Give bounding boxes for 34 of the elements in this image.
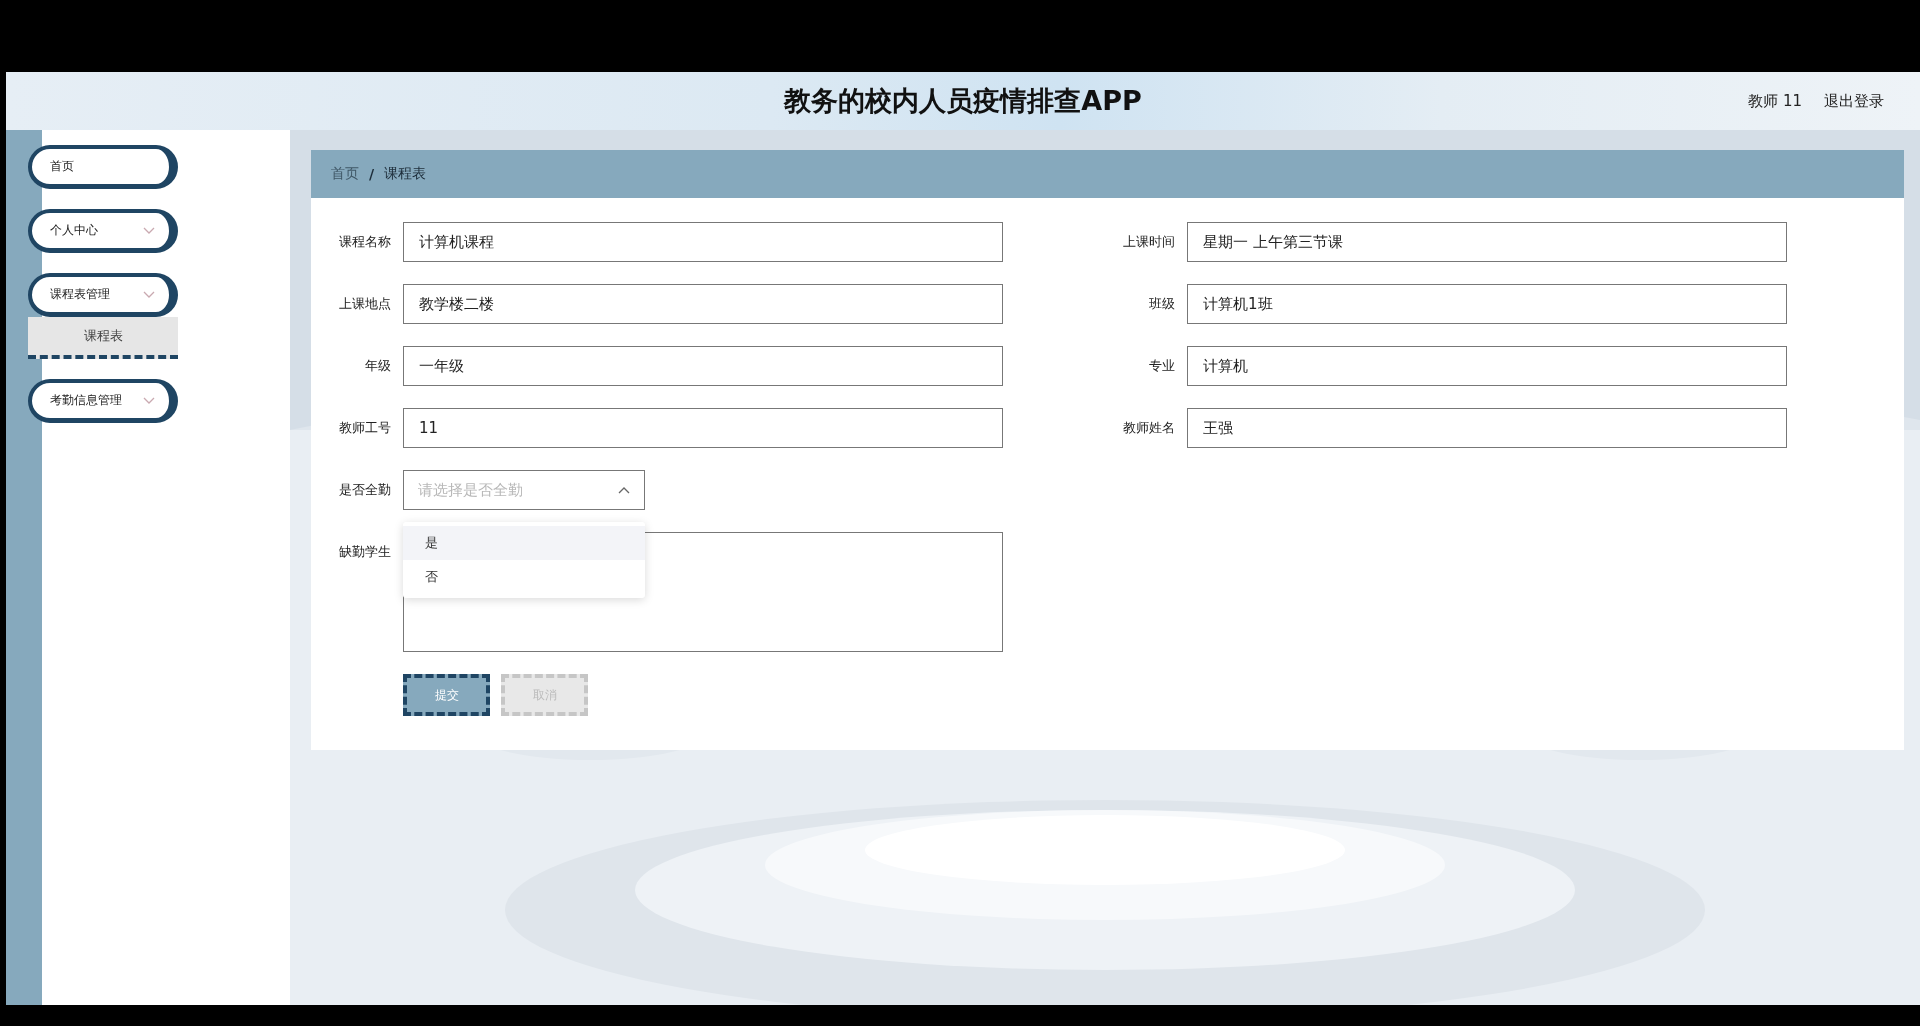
chevron-down-icon — [143, 290, 155, 299]
input-field[interactable]: 计算机1班 — [1187, 284, 1787, 324]
field-label: 专业 — [1148, 357, 1175, 375]
input-field[interactable]: 一年级 — [403, 346, 1003, 386]
app-title: 教务的校内人员疫情排查APP — [784, 84, 1142, 118]
input-field[interactable]: 教学楼二楼 — [403, 284, 1003, 324]
input-field[interactable]: 计算机课程 — [403, 222, 1003, 262]
field-label: 教师工号 — [338, 419, 391, 437]
chevron-down-icon — [143, 226, 155, 235]
field-label: 班级 — [1148, 295, 1175, 313]
sidebar-item[interactable]: 考勤信息管理 — [28, 379, 178, 423]
sidebar-subitem[interactable]: 课程表 — [28, 317, 178, 359]
field-label: 是否全勤 — [338, 481, 391, 499]
chevron-down-icon — [143, 396, 155, 405]
field-label: 上课时间 — [1122, 233, 1175, 251]
field-label: 课程名称 — [338, 233, 391, 251]
input-field[interactable]: 11 — [403, 408, 1003, 448]
dropdown-option[interactable]: 否 — [403, 560, 645, 594]
field-label: 年级 — [364, 357, 391, 375]
input-field[interactable]: 计算机 — [1187, 346, 1787, 386]
sidebar-item[interactable]: 个人中心 — [28, 209, 178, 253]
dropdown-option[interactable]: 是 — [403, 526, 645, 560]
input-field[interactable]: 王强 — [1187, 408, 1787, 448]
field-label: 教师姓名 — [1122, 419, 1175, 437]
sidebar-item[interactable]: 课程表管理 — [28, 273, 178, 317]
sidebar-item[interactable]: 首页 — [28, 145, 178, 189]
input-field[interactable]: 星期一 上午第三节课 — [1187, 222, 1787, 262]
user-name: 教师 11 — [1748, 91, 1802, 111]
breadcrumb-separator: / — [369, 166, 375, 182]
field-label: 上课地点 — [338, 295, 391, 313]
caret-up-icon — [618, 486, 630, 494]
logout-link[interactable]: 退出登录 — [1824, 91, 1884, 111]
breadcrumb-link[interactable]: 课程表 — [384, 165, 427, 183]
field-label: 缺勤学生 — [338, 543, 391, 561]
